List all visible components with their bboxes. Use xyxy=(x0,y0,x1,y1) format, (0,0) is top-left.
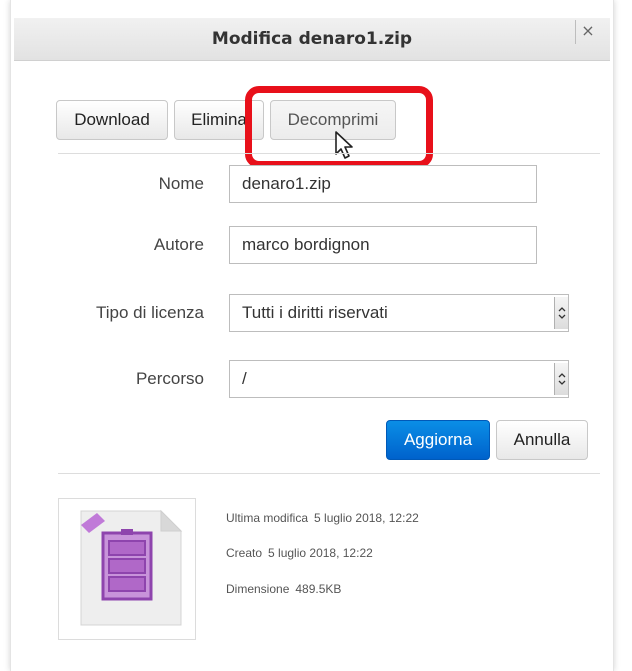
mouse-cursor-icon xyxy=(335,131,353,159)
modified-label: Ultima modifica xyxy=(226,511,309,525)
dialog-title: Modifica denaro1.zip xyxy=(211,29,413,49)
dropdown-arrow-icon xyxy=(554,297,568,329)
created-value: 5 luglio 2018, 12:22 xyxy=(268,546,373,560)
path-label: Percorso xyxy=(135,369,204,388)
created-info: Creato 5 luglio 2018, 12:22 xyxy=(226,546,379,560)
dialog-titlebar: Modifica denaro1.zip × xyxy=(14,18,610,61)
zip-file-icon xyxy=(80,509,183,626)
size-value: 489.5KB xyxy=(295,582,342,596)
close-button[interactable]: × xyxy=(575,20,600,44)
path-select-value: / xyxy=(242,369,247,388)
modified-info: Ultima modifica 5 luglio 2018, 12:22 xyxy=(226,511,425,525)
dropdown-arrow-icon xyxy=(554,363,568,395)
author-input[interactable]: marco bordignon xyxy=(229,226,537,264)
license-label: Tipo di licenza xyxy=(95,303,204,322)
file-thumbnail xyxy=(58,498,196,640)
path-select[interactable]: / xyxy=(229,360,569,398)
name-input[interactable]: denaro1.zip xyxy=(229,165,537,203)
download-button[interactable]: Download xyxy=(56,100,168,140)
size-info: Dimensione 489.5KB xyxy=(226,582,347,596)
divider xyxy=(58,473,600,474)
license-select-value: Tutti i diritti riservati xyxy=(242,303,388,322)
modified-value: 5 luglio 2018, 12:22 xyxy=(314,511,419,525)
author-label: Autore xyxy=(153,235,204,254)
created-label: Creato xyxy=(226,546,263,560)
cancel-button[interactable]: Annulla xyxy=(496,420,588,460)
size-label: Dimensione xyxy=(226,582,290,596)
license-select[interactable]: Tutti i diritti riservati xyxy=(229,294,569,332)
divider xyxy=(58,153,600,154)
update-button[interactable]: Aggiorna xyxy=(386,420,490,460)
name-label: Nome xyxy=(158,174,204,193)
